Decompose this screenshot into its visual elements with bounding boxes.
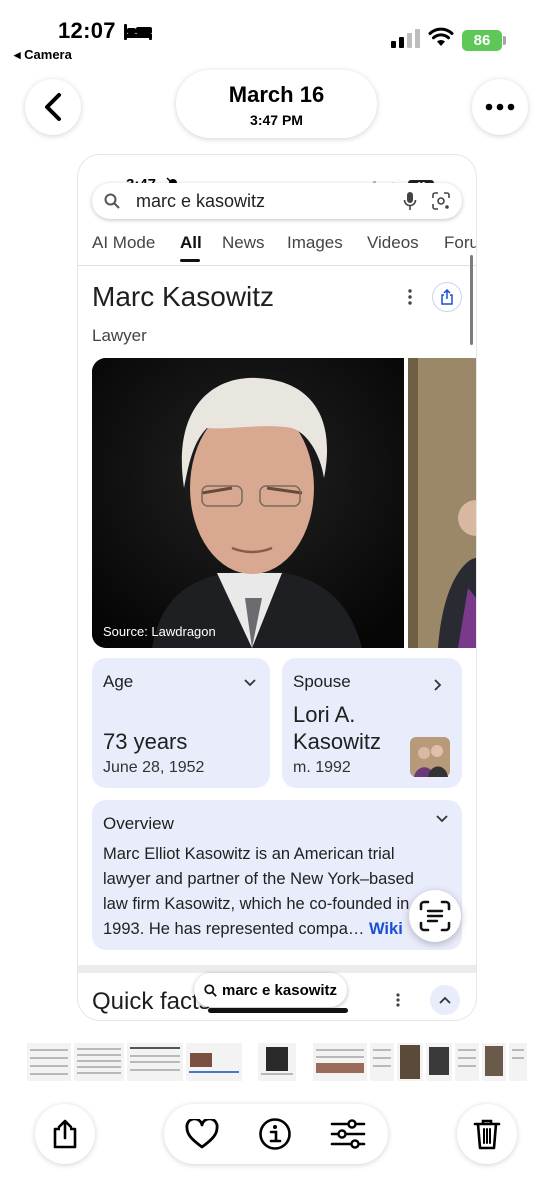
thumbnail-current[interactable] — [258, 1043, 296, 1081]
photos-viewer: 12:07 ◂ Camera 86 March 16 3:47 PM 3:47 — [0, 0, 553, 1200]
share-result-button[interactable] — [432, 282, 462, 312]
chevron-left-icon — [45, 93, 61, 121]
search-query: marc e kasowitz — [136, 191, 266, 211]
tabs-divider — [78, 265, 476, 266]
delete-button[interactable] — [457, 1104, 517, 1164]
entity-portrait-image[interactable]: Source: Lawdragon — [92, 358, 404, 648]
photo-actions-group — [164, 1104, 388, 1164]
home-indicator — [208, 1008, 348, 1013]
thumbnail[interactable] — [509, 1043, 527, 1081]
date-header[interactable]: March 16 3:47 PM — [176, 70, 377, 138]
tab-ai-mode[interactable]: AI Mode — [92, 233, 155, 253]
search-query-chip[interactable]: marc e kasowitz — [194, 973, 348, 1007]
active-tab-indicator — [180, 259, 200, 262]
edit-button[interactable] — [330, 1116, 366, 1152]
collapse-button[interactable] — [430, 985, 460, 1015]
spouse-card[interactable]: Spouse Lori A. Kasowitz m. 1992 — [282, 658, 462, 788]
entity-subtitle: Lawyer — [92, 326, 147, 345]
spouse-label: Spouse — [293, 672, 351, 691]
overview-chevron-down-icon — [436, 815, 448, 823]
search-icon — [104, 193, 120, 209]
photo-screenshot[interactable]: 3:47 41 marc e kasowitz — [78, 155, 476, 1020]
more-options-icon[interactable] — [408, 289, 412, 305]
overview-text: Marc Elliot Kasowitz is an American tria… — [103, 842, 443, 942]
status-time: 12:07 — [58, 18, 116, 43]
section-divider — [78, 965, 476, 973]
thumbnail[interactable] — [397, 1043, 423, 1081]
spouse-name-line2: Kasowitz — [293, 729, 382, 754]
thumbnail[interactable] — [482, 1043, 506, 1081]
thumbnail[interactable] — [455, 1043, 479, 1081]
age-card[interactable]: Age 73 years June 28, 1952 — [92, 658, 270, 788]
share-button[interactable] — [35, 1104, 95, 1164]
thumbnail[interactable] — [127, 1043, 183, 1081]
trash-icon — [473, 1119, 501, 1150]
entity-title: Marc Kasowitz — [92, 281, 275, 312]
birth-date: June 28, 1952 — [103, 759, 205, 776]
chevron-down-icon — [244, 679, 256, 687]
overview-label: Overview — [103, 814, 174, 833]
quick-facts-heading: Quick facts — [92, 988, 211, 1015]
chevron-right-icon — [434, 679, 442, 691]
thumbnail[interactable] — [313, 1043, 367, 1081]
overview-body: Marc Elliot Kasowitz is an American tria… — [103, 845, 414, 938]
thumbnail-strip[interactable] — [27, 1043, 527, 1081]
battery-indicator: 86 — [462, 30, 502, 51]
entity-second-image[interactable] — [408, 358, 476, 648]
marriage-year: m. 1992 — [293, 759, 351, 776]
quick-facts-more-icon[interactable] — [396, 993, 400, 1007]
thumbnail[interactable] — [27, 1043, 71, 1081]
sleep-icon — [124, 24, 152, 40]
tab-forums[interactable]: Foru — [444, 233, 476, 253]
ellipsis-icon — [485, 103, 515, 111]
share-icon — [53, 1119, 77, 1149]
info-button[interactable] — [257, 1116, 293, 1152]
thumbnail[interactable] — [426, 1043, 452, 1081]
favorite-button[interactable] — [184, 1116, 220, 1152]
live-text-icon — [419, 900, 451, 932]
age-label: Age — [103, 672, 134, 691]
thumbnail[interactable] — [74, 1043, 124, 1081]
tab-images[interactable]: Images — [287, 233, 343, 253]
tab-news[interactable]: News — [222, 233, 265, 253]
back-button[interactable] — [25, 79, 81, 135]
spouse-thumbnail — [410, 737, 450, 777]
age-value: 73 years — [103, 729, 188, 754]
scrollbar[interactable] — [470, 255, 473, 345]
portrait-photo — [92, 358, 404, 648]
photo-time: 3:47 PM — [250, 112, 303, 128]
search-bar[interactable]: marc e kasowitz — [92, 183, 462, 219]
chip-label: marc e kasowitz — [222, 981, 338, 999]
spouse-name-line1: Lori A. — [293, 702, 356, 727]
image-source-label: Source: Lawdragon — [103, 624, 216, 639]
tab-all[interactable]: All — [180, 233, 202, 253]
microphone-icon[interactable] — [403, 191, 417, 211]
share-icon — [441, 289, 453, 305]
second-photo — [408, 358, 476, 648]
wikipedia-link[interactable]: Wiki — [369, 920, 403, 938]
overview-card[interactable]: Overview Marc Elliot Kasowitz is an Amer… — [92, 800, 462, 950]
adjust-icon — [330, 1119, 366, 1149]
chip-search-icon — [204, 983, 217, 997]
chevron-up-icon — [439, 996, 451, 1004]
wifi-icon — [428, 27, 454, 46]
tab-videos[interactable]: Videos — [367, 233, 419, 253]
info-icon — [259, 1118, 291, 1150]
heart-icon — [185, 1119, 219, 1149]
cellular-signal-icon — [391, 29, 420, 48]
back-to-camera-link[interactable]: ◂ Camera — [14, 47, 72, 63]
thumbnail[interactable] — [370, 1043, 394, 1081]
photo-date: March 16 — [228, 82, 325, 107]
google-lens-icon[interactable] — [432, 192, 450, 210]
thumbnail[interactable] — [186, 1043, 242, 1081]
more-button[interactable] — [472, 79, 528, 135]
text-scan-button[interactable] — [409, 890, 461, 942]
battery-tip — [503, 36, 506, 45]
